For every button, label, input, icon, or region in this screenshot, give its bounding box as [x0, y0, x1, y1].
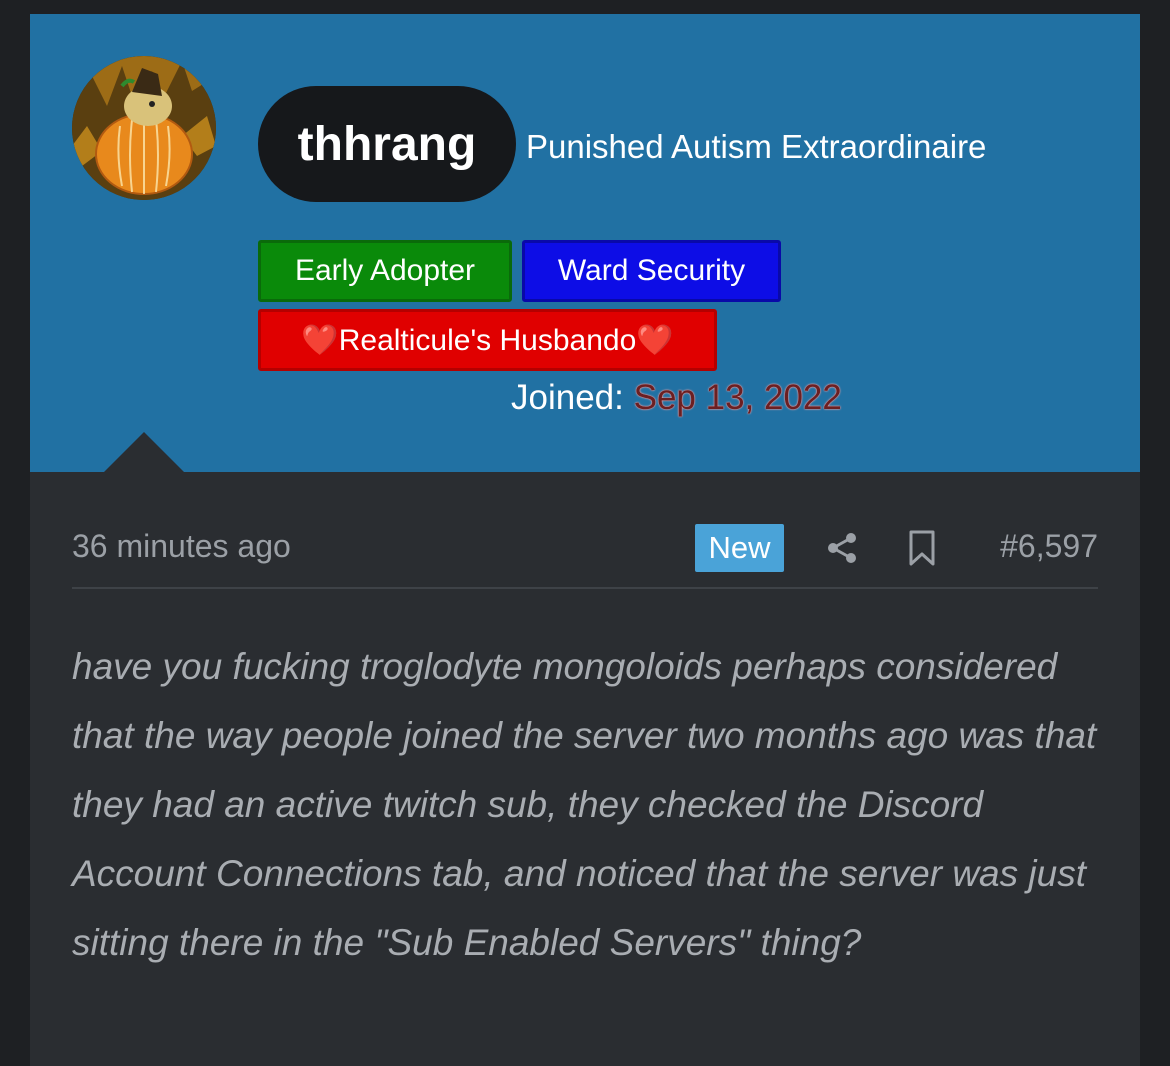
- header-pointer: [104, 432, 184, 472]
- joined-date: Sep 13, 2022: [633, 378, 842, 417]
- user-header: thhrang Punished Autism Extraordinaire E…: [30, 14, 1140, 472]
- new-badge: New: [695, 524, 784, 572]
- banner-husbando: ❤️Realticule's Husbando❤️: [258, 309, 717, 371]
- username[interactable]: thhrang: [298, 117, 477, 172]
- post-timestamp[interactable]: 36 minutes ago: [72, 528, 291, 565]
- share-icon[interactable]: [824, 530, 860, 566]
- post-card: thhrang Punished Autism Extraordinaire E…: [30, 14, 1140, 1066]
- user-title: Punished Autism Extraordinaire: [526, 128, 987, 165]
- post-meta: 36 minutes ago New #6,597: [72, 524, 1098, 580]
- post-number[interactable]: #6,597: [1000, 528, 1098, 565]
- avatar[interactable]: [72, 56, 216, 200]
- bookmark-icon[interactable]: [904, 530, 940, 566]
- username-pill[interactable]: thhrang: [258, 86, 516, 202]
- joined-info: Joined: Sep 13, 2022: [511, 378, 842, 418]
- meta-divider: [72, 587, 1098, 589]
- avatar-image: [72, 56, 216, 200]
- joined-label: Joined:: [511, 378, 624, 417]
- banner-early-adopter: Early Adopter: [258, 240, 512, 302]
- post-message: have you fucking troglodyte mongoloids p…: [72, 646, 1097, 963]
- banner-ward-security: Ward Security: [522, 240, 781, 302]
